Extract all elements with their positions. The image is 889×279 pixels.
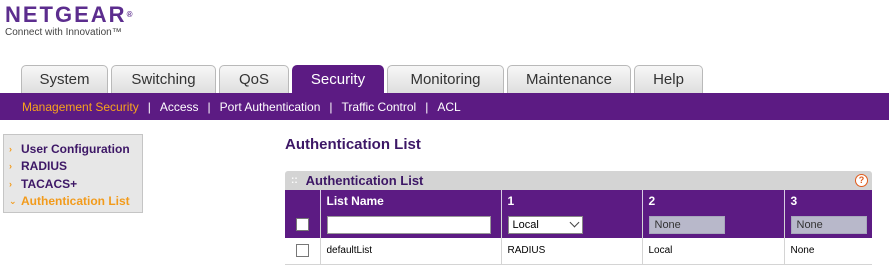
authentication-list-table: List Name 1 2 3 Local None None defaultL… [285, 190, 872, 265]
cell-list-name: defaultList [320, 238, 502, 265]
column-header-select [285, 190, 321, 211]
column-header-method-2: 2 [642, 190, 785, 211]
cell-method-2: Local [642, 238, 785, 265]
sidebar-item-label: RADIUS [21, 159, 68, 174]
chevron-down-icon [569, 217, 579, 228]
brand-tagline: Connect with Innovation™ [5, 27, 122, 38]
table-header-row: List Name 1 2 3 [285, 190, 872, 211]
subnav-separator: | [207, 99, 211, 114]
tab-switching[interactable]: Switching [111, 65, 216, 93]
row-checkbox[interactable] [295, 244, 309, 258]
authentication-list-panel: :: Authentication List ? List Name 1 2 3 [285, 171, 872, 265]
method-2-field: None [648, 215, 725, 234]
sidebar-item-tacacs[interactable]: › TACACS+ [9, 175, 142, 193]
netgear-logo: NETGEAR® Connect with Innovation™ [5, 3, 134, 39]
tab-maintenance[interactable]: Maintenance [507, 65, 631, 93]
subnav-management-security[interactable]: Management Security [22, 100, 139, 114]
column-header-list-name: List Name [320, 190, 502, 211]
side-menu: › User Configuration › RADIUS › TACACS+ … [3, 134, 143, 213]
sidebar-item-authentication-list[interactable]: ⌄ Authentication List [9, 193, 142, 211]
tab-monitoring[interactable]: Monitoring [387, 65, 504, 93]
tab-security[interactable]: Security [292, 65, 384, 94]
chevron-down-icon: ⌄ [9, 195, 17, 206]
panel-header: :: Authentication List ? [285, 171, 872, 190]
cell-method-3: None [784, 238, 872, 265]
column-header-method-3: 3 [784, 190, 872, 211]
method-1-value: Local [512, 218, 539, 231]
sidebar-item-label: TACACS+ [21, 176, 78, 191]
sidebar-item-label: Authentication List [21, 194, 130, 209]
tab-qos[interactable]: QoS [219, 65, 289, 93]
method-1-select[interactable]: Local [507, 215, 583, 234]
help-icon[interactable]: ? [855, 174, 868, 187]
cell-method-1: RADIUS [501, 238, 643, 265]
list-name-input[interactable] [326, 215, 491, 234]
sidebar-item-user-configuration[interactable]: › User Configuration [9, 140, 142, 158]
subnav-separator: | [329, 99, 333, 114]
subnav-access[interactable]: Access [160, 100, 199, 114]
chevron-right-icon: › [9, 161, 12, 172]
grip-icon: :: [291, 175, 298, 186]
sidebar-item-label: User Configuration [21, 141, 130, 156]
column-header-method-1: 1 [501, 190, 643, 211]
subnav-traffic-control[interactable]: Traffic Control [342, 100, 417, 114]
tab-system[interactable]: System [21, 65, 108, 93]
subnav-port-authentication[interactable]: Port Authentication [220, 100, 321, 114]
edit-row: Local None None [285, 211, 872, 238]
select-all-checkbox[interactable] [295, 218, 309, 231]
brand-reg: ® [126, 10, 135, 19]
sidebar-item-radius[interactable]: › RADIUS [9, 158, 142, 176]
method-3-field: None [790, 215, 867, 234]
brand-name: NETGEAR [5, 2, 127, 27]
panel-title: Authentication List [305, 173, 424, 188]
subnav-separator: | [147, 99, 151, 114]
main-tabs: System Switching QoS Security Monitoring… [21, 65, 706, 94]
table-row: defaultList RADIUS Local None [285, 238, 872, 265]
subnav-separator: | [425, 99, 429, 114]
chevron-right-icon: › [9, 178, 12, 189]
subnav-acl[interactable]: ACL [437, 100, 460, 114]
chevron-right-icon: › [9, 143, 12, 154]
page-title: Authentication List [285, 136, 421, 153]
sub-navigation: Management Security | Access | Port Auth… [0, 93, 889, 120]
tab-help[interactable]: Help [634, 65, 703, 93]
